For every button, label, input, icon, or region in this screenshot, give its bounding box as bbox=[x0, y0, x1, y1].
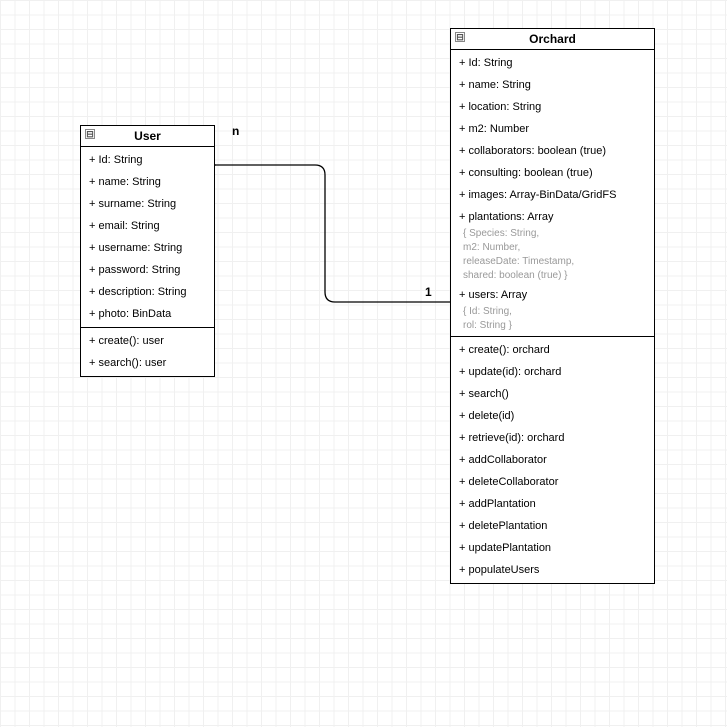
attribute-row: + photo: BinData bbox=[81, 303, 214, 325]
method-row: + create(): orchard bbox=[451, 339, 654, 361]
attribute-row: + Id: String bbox=[451, 52, 654, 74]
class-orchard[interactable]: ⊟ Orchard + Id: String+ name: String+ lo… bbox=[450, 28, 655, 584]
attribute-row: + m2: Number bbox=[451, 118, 654, 140]
attribute-row: + users: Array bbox=[451, 284, 654, 306]
attribute-row: + images: Array-BinData/GridFS bbox=[451, 184, 654, 206]
method-row: + addCollaborator bbox=[451, 449, 654, 471]
method-row: + search() bbox=[451, 383, 654, 405]
collapse-icon[interactable]: ⊟ bbox=[85, 129, 95, 139]
method-row: + deletePlantation bbox=[451, 515, 654, 537]
method-row: + update(id): orchard bbox=[451, 361, 654, 383]
attribute-sub-row: m2: Number, bbox=[451, 242, 654, 256]
class-user-attributes: + Id: String+ name: String+ surname: Str… bbox=[81, 147, 214, 327]
class-orchard-title: Orchard bbox=[529, 32, 576, 46]
class-orchard-methods: + create(): orchard+ update(id): orchard… bbox=[451, 336, 654, 583]
attribute-sub-row: { Species: String, bbox=[451, 228, 654, 242]
method-row: + retrieve(id): orchard bbox=[451, 427, 654, 449]
attribute-row: + description: String bbox=[81, 281, 214, 303]
attribute-row: + name: String bbox=[451, 74, 654, 96]
attribute-row: + email: String bbox=[81, 215, 214, 237]
method-row: + delete(id) bbox=[451, 405, 654, 427]
multiplicity-n: n bbox=[232, 124, 239, 138]
method-row: + addPlantation bbox=[451, 493, 654, 515]
attribute-row: + plantations: Array bbox=[451, 206, 654, 228]
attribute-row: + name: String bbox=[81, 171, 214, 193]
attribute-sub-row: shared: boolean (true) } bbox=[451, 270, 654, 284]
attribute-row: + collaborators: boolean (true) bbox=[451, 140, 654, 162]
class-user-title-bar: ⊟ User bbox=[81, 126, 214, 147]
class-user-title: User bbox=[134, 129, 161, 143]
attribute-sub-row: releaseDate: Timestamp, bbox=[451, 256, 654, 270]
method-row: + search(): user bbox=[81, 352, 214, 374]
class-user[interactable]: ⊟ User + Id: String+ name: String+ surna… bbox=[80, 125, 215, 377]
method-row: + populateUsers bbox=[451, 559, 654, 581]
attribute-row: + password: String bbox=[81, 259, 214, 281]
attribute-row: + location: String bbox=[451, 96, 654, 118]
class-orchard-attributes: + Id: String+ name: String+ location: St… bbox=[451, 50, 654, 336]
method-row: + deleteCollaborator bbox=[451, 471, 654, 493]
attribute-row: + surname: String bbox=[81, 193, 214, 215]
attribute-row: + consulting: boolean (true) bbox=[451, 162, 654, 184]
collapse-icon[interactable]: ⊟ bbox=[455, 32, 465, 42]
method-row: + create(): user bbox=[81, 330, 214, 352]
class-orchard-title-bar: ⊟ Orchard bbox=[451, 29, 654, 50]
attribute-row: + username: String bbox=[81, 237, 214, 259]
attribute-sub-row: rol: String } bbox=[451, 320, 654, 334]
method-row: + updatePlantation bbox=[451, 537, 654, 559]
class-user-methods: + create(): user+ search(): user bbox=[81, 327, 214, 376]
multiplicity-1: 1 bbox=[425, 285, 432, 299]
attribute-sub-row: { Id: String, bbox=[451, 306, 654, 320]
attribute-row: + Id: String bbox=[81, 149, 214, 171]
